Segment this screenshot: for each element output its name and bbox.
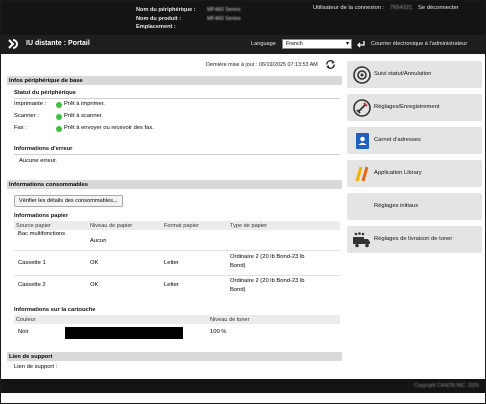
cartridge-row-color: Noir xyxy=(18,329,29,335)
paper-row-level: Aucun xyxy=(90,238,107,244)
remote-ui-portal: Nom du périphérique : Nom du produit : E… xyxy=(0,0,486,404)
sidebar-item-label: Réglages/Enregistrement xyxy=(374,104,440,110)
scanner-label: Scanner : xyxy=(14,113,39,119)
login-info: Utilisateur de la connexion : 7654321 Se… xyxy=(313,5,459,11)
paper-row-type: Ordinaire 2 (20 lb Bond-23 lb Bond) xyxy=(230,254,305,269)
sidebar-item-toner-delivery[interactable]: Réglages de livraison de toner xyxy=(347,226,482,253)
page-title: IU distante : Portail xyxy=(26,40,90,47)
login-user: 7654321 xyxy=(389,5,413,11)
paper-row-source: Cassette 1 xyxy=(18,260,46,266)
device-name-label: Nom du périphérique : xyxy=(136,7,196,13)
paper-col-format: Format papier xyxy=(164,223,199,229)
footer xyxy=(1,379,485,393)
device-info-labels: Nom du périphérique : Nom du produit : E… xyxy=(136,6,196,32)
paper-row-source: Cassette 2 xyxy=(18,282,46,288)
language-select[interactable]: French ▾ xyxy=(282,39,352,49)
paper-row-format: Letter xyxy=(164,282,179,288)
location-label: Emplacement : xyxy=(136,24,176,30)
toner-level-bar xyxy=(65,327,183,339)
settings-icon xyxy=(353,99,371,117)
paper-row-format: Letter xyxy=(164,260,179,266)
sidebar-item-label: Réglages de livraison de toner xyxy=(374,236,453,242)
cartridge-table-header xyxy=(14,315,340,324)
divider xyxy=(14,98,340,99)
cartridge-col-color: Couleur xyxy=(16,317,36,323)
table-row-divider xyxy=(14,275,340,276)
fax-status-icon xyxy=(56,126,62,132)
application-library-icon xyxy=(355,166,369,182)
support-section-header: Lien de support xyxy=(7,352,342,361)
product-name-label: Nom du produit : xyxy=(136,15,182,22)
sidebar-item-settings[interactable]: Réglages/Enregistrement xyxy=(347,94,482,121)
sidebar-item-label: Réglages initiaux xyxy=(374,203,419,209)
last-updated: Dernière mise à jour : 06/19/2025 07:13:… xyxy=(206,62,318,68)
remote-ui-logo-icon xyxy=(8,39,18,49)
scanner-status: Prêt à scanner. xyxy=(64,113,103,119)
divider xyxy=(14,154,340,155)
paper-info-title: Informations papier xyxy=(14,213,69,219)
check-consumables-button[interactable]: Vérifier les détails des consommables... xyxy=(14,195,123,207)
copyright: Copyright CANON INC. 2025 xyxy=(414,383,479,389)
scanner-status-icon xyxy=(56,114,62,120)
cartridge-row-level: 100 % xyxy=(210,329,227,335)
sidebar-item-initial-settings[interactable]: Réglages initiaux xyxy=(347,193,482,220)
paper-col-type: Type de papier xyxy=(230,223,268,229)
basic-info-section-header: Infos périphérique de base xyxy=(7,76,342,85)
paper-row-level: OK xyxy=(90,282,99,288)
error-info-title: Informations d'erreur xyxy=(14,146,73,152)
printer-label: Imprimante : xyxy=(14,101,47,107)
sidebar-item-address-book[interactable]: Carnet d'adresses xyxy=(347,127,482,154)
printer-status-icon xyxy=(56,102,62,108)
logout-link[interactable]: Se déconnecter xyxy=(418,5,459,11)
printer-status: Prêt à imprimer. xyxy=(64,101,105,107)
fax-label: Fax : xyxy=(14,125,27,131)
login-label: Utilisateur de la connexion : xyxy=(313,5,385,11)
support-link-label: Lien de support : xyxy=(14,364,58,370)
sidebar-item-application-library[interactable]: Application Library xyxy=(347,160,482,187)
paper-col-level: Niveau de papier xyxy=(90,223,133,229)
sidebar-item-label: Carnet d'adresses xyxy=(374,137,421,143)
cartridge-col-level: Niveau de toner xyxy=(210,317,250,323)
language-label: Language xyxy=(251,41,276,47)
error-value: Aucune erreur. xyxy=(19,158,58,164)
paper-row-level: OK xyxy=(90,260,99,266)
sidebar-item-label: Application Library xyxy=(374,170,422,176)
paper-row-source: Bac multifonctions xyxy=(18,231,66,237)
paper-col-source: Source papier xyxy=(16,223,51,229)
toner-delivery-icon xyxy=(353,232,370,248)
device-name-value: MF460 Series xyxy=(207,7,241,13)
refresh-icon[interactable] xyxy=(325,59,336,70)
sidebar-item-status-monitor[interactable]: Suivi statut/Annulation xyxy=(347,61,482,88)
status-monitor-icon xyxy=(353,66,371,84)
paper-row-type: Ordinaire 2 (20 lb Bond-23 lb Bond) xyxy=(230,278,305,293)
device-status-title: Statut du périphérique xyxy=(14,90,76,96)
table-row-divider xyxy=(14,250,340,251)
sidebar-item-label: Suivi statut/Annulation xyxy=(374,71,432,77)
language-apply-icon[interactable] xyxy=(356,39,366,49)
mail-admin-link[interactable]: Courrier électronique à l'administrateur xyxy=(371,41,467,47)
device-info-values: MF460 Series MF460 Series xyxy=(207,6,241,23)
nav-bar: IU distante : Portail Language French ▾ … xyxy=(1,35,485,54)
consumables-section-header: Informations consommables xyxy=(7,180,342,189)
product-name-value: MF460 Series xyxy=(207,15,241,22)
cartridge-info-title: Informations sur la cartouche xyxy=(14,307,96,313)
top-header: Nom du périphérique : Nom du produit : E… xyxy=(1,1,485,35)
address-book-icon xyxy=(356,133,369,149)
fax-status: Prêt à envoyer ou recevoir des fax. xyxy=(64,125,154,131)
chevron-down-icon: ▾ xyxy=(345,41,349,47)
language-value: French xyxy=(286,41,303,47)
